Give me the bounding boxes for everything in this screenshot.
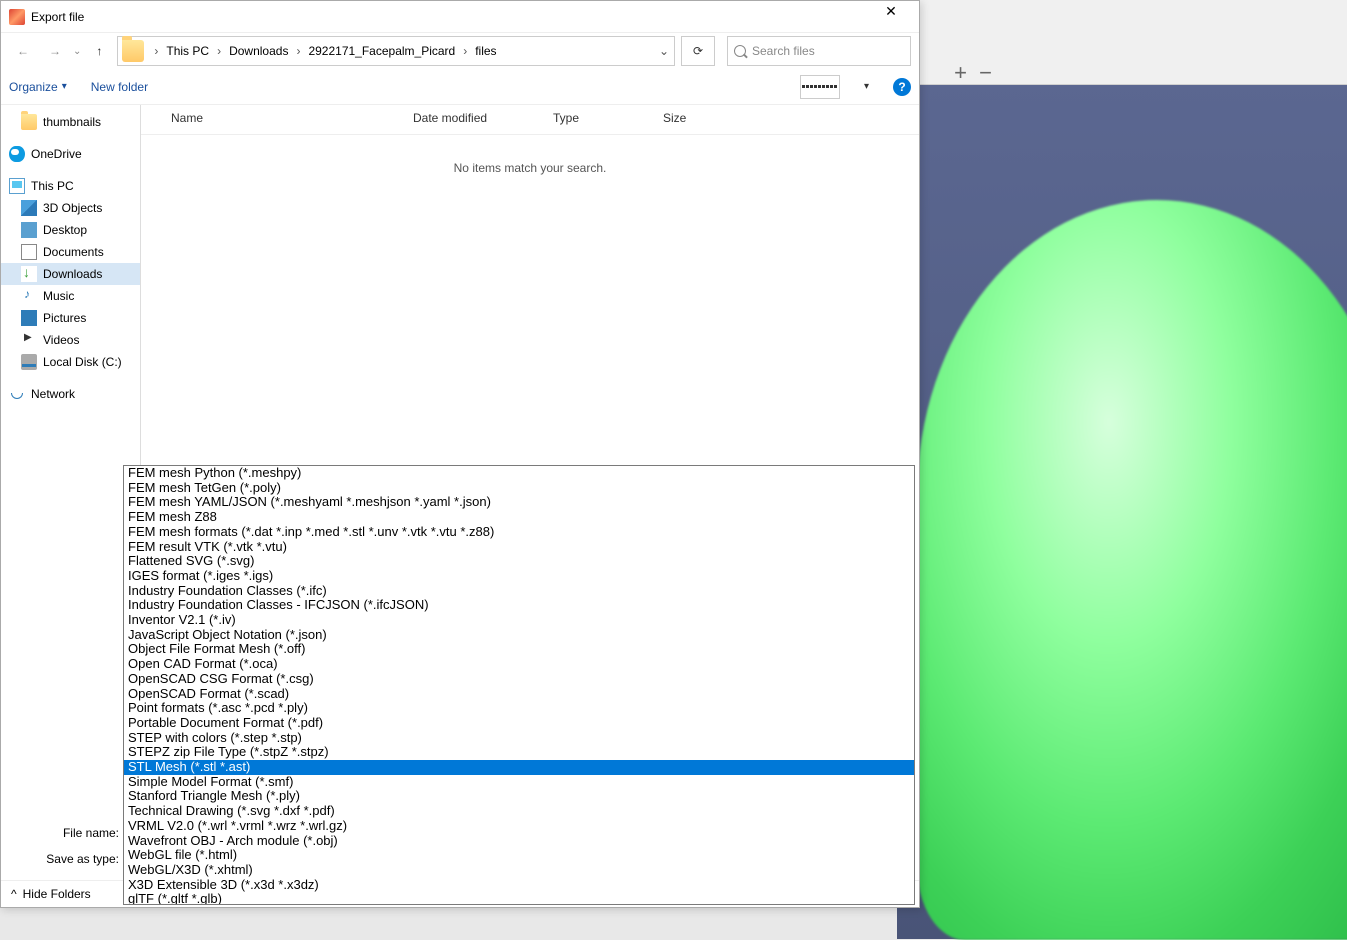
chevron-right-icon[interactable]: › bbox=[290, 44, 306, 58]
nav-row: ← → ⌄ ↑ › This PC › Downloads › 2922171_… bbox=[1, 33, 919, 69]
column-type[interactable]: Type bbox=[541, 105, 651, 134]
filetype-option[interactable]: STEP with colors (*.step *.stp) bbox=[124, 731, 914, 746]
filetype-option[interactable]: Technical Drawing (*.svg *.dxf *.pdf) bbox=[124, 804, 914, 819]
filetype-option[interactable]: OpenSCAD Format (*.scad) bbox=[124, 687, 914, 702]
back-button[interactable]: ← bbox=[9, 37, 37, 65]
cloud-icon bbox=[9, 146, 25, 162]
recent-caret-icon[interactable]: ⌄ bbox=[73, 46, 81, 57]
window-title: Export file bbox=[31, 10, 871, 24]
sidebar-item-thumbnails[interactable]: thumbnails bbox=[1, 111, 140, 133]
app-icon bbox=[9, 9, 25, 25]
chevron-right-icon[interactable]: › bbox=[211, 44, 227, 58]
filetype-option[interactable]: glTF (*.gltf *.glb) bbox=[124, 892, 914, 905]
sidebar-item-localdisk[interactable]: Local Disk (C:) bbox=[1, 351, 140, 373]
refresh-button[interactable]: ⟳ bbox=[681, 36, 715, 66]
viewport-3d[interactable] bbox=[897, 80, 1347, 939]
sidebar-item-pictures[interactable]: Pictures bbox=[1, 307, 140, 329]
sidebar-item-music[interactable]: Music bbox=[1, 285, 140, 307]
filetype-option[interactable]: X3D Extensible 3D (*.x3d *.x3dz) bbox=[124, 878, 914, 893]
filetype-option[interactable]: FEM result VTK (*.vtk *.vtu) bbox=[124, 540, 914, 555]
chevron-right-icon[interactable]: › bbox=[457, 44, 473, 58]
savetype-label: Save as type: bbox=[11, 852, 119, 866]
view-mode-caret-icon[interactable]: ▾ bbox=[864, 81, 869, 92]
network-icon bbox=[9, 386, 25, 402]
cube-icon bbox=[21, 200, 37, 216]
desktop-icon bbox=[21, 222, 37, 238]
filetype-option[interactable]: WebGL/X3D (*.xhtml) bbox=[124, 863, 914, 878]
breadcrumb[interactable]: Downloads bbox=[227, 44, 290, 58]
organize-button[interactable]: Organize ▾ bbox=[9, 80, 67, 94]
filetype-option[interactable]: Point formats (*.asc *.pcd *.ply) bbox=[124, 701, 914, 716]
folder-icon bbox=[122, 40, 144, 62]
download-icon bbox=[21, 266, 37, 282]
address-dropdown-icon[interactable]: ⌄ bbox=[654, 44, 674, 58]
filetype-option[interactable]: FEM mesh TetGen (*.poly) bbox=[124, 481, 914, 496]
disk-icon bbox=[21, 354, 37, 370]
filetype-option[interactable]: WebGL file (*.html) bbox=[124, 848, 914, 863]
sidebar-item-desktop[interactable]: Desktop bbox=[1, 219, 140, 241]
toolbar-row: Organize ▾ New folder ▾ ? bbox=[1, 69, 919, 105]
help-icon[interactable]: ? bbox=[893, 78, 911, 96]
chevron-up-icon: ^ bbox=[11, 887, 17, 901]
filetype-option[interactable]: STEPZ zip File Type (*.stpZ *.stpz) bbox=[124, 745, 914, 760]
search-placeholder: Search files bbox=[752, 44, 815, 58]
filetype-option[interactable]: FEM mesh formats (*.dat *.inp *.med *.st… bbox=[124, 525, 914, 540]
filetype-option[interactable]: FEM mesh Python (*.meshpy) bbox=[124, 466, 914, 481]
filetype-option[interactable]: FEM mesh YAML/JSON (*.meshyaml *.meshjso… bbox=[124, 495, 914, 510]
filetype-option[interactable]: Inventor V2.1 (*.iv) bbox=[124, 613, 914, 628]
filetype-option[interactable]: Open CAD Format (*.oca) bbox=[124, 657, 914, 672]
folder-icon bbox=[21, 114, 37, 130]
sidebar-item-onedrive[interactable]: OneDrive bbox=[1, 143, 140, 165]
filetype-option[interactable]: Industry Foundation Classes - IFCJSON (*… bbox=[124, 598, 914, 613]
zoom-in-icon[interactable]: + bbox=[954, 60, 967, 86]
filetype-option[interactable]: Simple Model Format (*.smf) bbox=[124, 775, 914, 790]
column-date[interactable]: Date modified bbox=[401, 105, 541, 134]
sidebar-item-network[interactable]: Network bbox=[1, 383, 140, 405]
filetype-option[interactable]: Industry Foundation Classes (*.ifc) bbox=[124, 584, 914, 599]
music-icon bbox=[21, 288, 37, 304]
filetype-option[interactable]: Stanford Triangle Mesh (*.ply) bbox=[124, 789, 914, 804]
filetype-option[interactable]: VRML V2.0 (*.wrl *.vrml *.wrz *.wrl.gz) bbox=[124, 819, 914, 834]
sidebar-item-3dobjects[interactable]: 3D Objects bbox=[1, 197, 140, 219]
sidebar-item-videos[interactable]: Videos bbox=[1, 329, 140, 351]
column-name[interactable]: Name bbox=[141, 105, 401, 134]
filetype-option[interactable]: Wavefront OBJ - Arch module (*.obj) bbox=[124, 834, 914, 849]
filetype-dropdown[interactable]: FEM mesh Python (*.meshpy)FEM mesh TetGe… bbox=[123, 465, 915, 905]
column-size[interactable]: Size bbox=[651, 105, 731, 134]
sidebar-item-thispc[interactable]: This PC bbox=[1, 175, 140, 197]
up-button[interactable]: ↑ bbox=[85, 37, 113, 65]
breadcrumb[interactable]: This PC bbox=[164, 44, 211, 58]
sidebar: thumbnails OneDrive This PC 3D Objects D… bbox=[1, 105, 141, 814]
view-mode-button[interactable] bbox=[800, 75, 840, 99]
search-input[interactable]: Search files bbox=[727, 36, 911, 66]
document-icon bbox=[21, 244, 37, 260]
filetype-option[interactable]: OpenSCAD CSG Format (*.csg) bbox=[124, 672, 914, 687]
filetype-option[interactable]: Object File Format Mesh (*.off) bbox=[124, 642, 914, 657]
sidebar-item-downloads[interactable]: Downloads bbox=[1, 263, 140, 285]
model-mesh bbox=[917, 200, 1347, 940]
filename-label: File name: bbox=[11, 826, 119, 840]
video-icon bbox=[21, 332, 37, 348]
filetype-option[interactable]: Flattened SVG (*.svg) bbox=[124, 554, 914, 569]
breadcrumb[interactable]: 2922171_Facepalm_Picard bbox=[306, 44, 457, 58]
new-folder-button[interactable]: New folder bbox=[91, 80, 148, 94]
chevron-right-icon[interactable]: › bbox=[148, 44, 164, 58]
forward-button[interactable]: → bbox=[41, 37, 69, 65]
address-bar[interactable]: › This PC › Downloads › 2922171_Facepalm… bbox=[117, 36, 675, 66]
filetype-option[interactable]: STL Mesh (*.stl *.ast) bbox=[124, 760, 914, 775]
close-button[interactable]: ✕ bbox=[871, 3, 911, 31]
caret-down-icon: ▾ bbox=[62, 81, 67, 92]
filetype-option[interactable]: Portable Document Format (*.pdf) bbox=[124, 716, 914, 731]
titlebar: Export file ✕ bbox=[1, 1, 919, 33]
filetype-option[interactable]: JavaScript Object Notation (*.json) bbox=[124, 628, 914, 643]
breadcrumb[interactable]: files bbox=[473, 44, 498, 58]
picture-icon bbox=[21, 310, 37, 326]
pc-icon bbox=[9, 178, 25, 194]
filetype-option[interactable]: FEM mesh Z88 bbox=[124, 510, 914, 525]
zoom-out-icon[interactable]: − bbox=[979, 60, 992, 86]
filetype-option[interactable]: IGES format (*.iges *.igs) bbox=[124, 569, 914, 584]
list-header: Name Date modified Type Size bbox=[141, 105, 919, 135]
sidebar-item-documents[interactable]: Documents bbox=[1, 241, 140, 263]
